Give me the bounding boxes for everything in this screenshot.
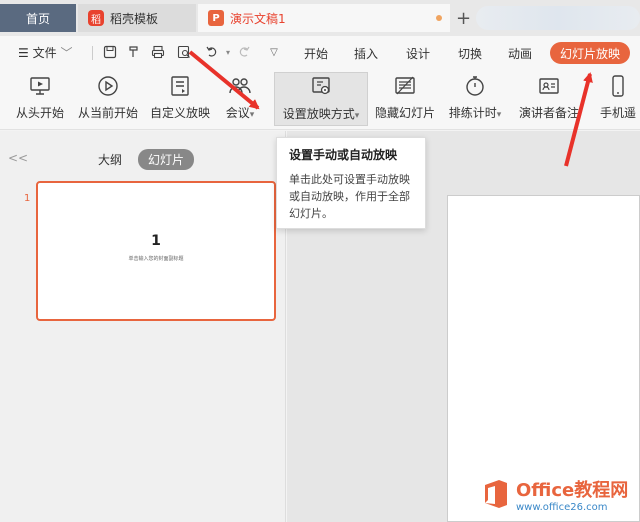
- undo-dropdown-icon[interactable]: ▾: [220, 44, 236, 60]
- dropdown-marker-icon: ▾: [249, 110, 255, 120]
- print-preview-icon[interactable]: [176, 44, 192, 60]
- monitor-play-icon: [30, 77, 50, 95]
- rehearse-timing-button[interactable]: 排练计时▾: [442, 72, 508, 126]
- from-current-button[interactable]: 从当前开始: [74, 72, 142, 126]
- tab-slides[interactable]: 幻灯片: [138, 149, 195, 170]
- customize-toolbar-icon[interactable]: ▽: [266, 44, 282, 60]
- custom-show-icon: [171, 76, 189, 96]
- dropdown-marker-icon: ▾: [496, 110, 502, 120]
- file-menu-label: 文件: [32, 46, 57, 60]
- hamburger-icon: ☰: [18, 46, 29, 60]
- from-current-label: 从当前开始: [77, 106, 138, 120]
- tab-document-label: 演示文稿1: [230, 11, 286, 26]
- stopwatch-icon: [466, 76, 484, 96]
- tab-insert[interactable]: 插入: [354, 45, 378, 62]
- docer-logo-icon: 稻: [88, 10, 104, 26]
- chevron-down-icon: ﹀: [60, 46, 73, 60]
- undo-icon[interactable]: [204, 44, 220, 60]
- redo-icon[interactable]: [236, 44, 252, 60]
- print-icon[interactable]: [150, 44, 166, 60]
- presentation-logo-icon: P: [208, 10, 224, 26]
- phone-remote-icon: [612, 75, 624, 97]
- slide-thumb-subtitle: 单击输入您的封面副标题: [128, 256, 184, 262]
- office-logo-icon: [485, 480, 507, 508]
- custom-show-button[interactable]: 自定义放映: [148, 72, 212, 126]
- collapse-panel-button[interactable]: <<: [8, 151, 28, 165]
- speaker-notes-button[interactable]: 演讲者备注: [514, 72, 584, 126]
- tab-template-label: 稻壳模板: [110, 11, 159, 26]
- hide-slide-button[interactable]: 隐藏幻灯片: [372, 72, 438, 126]
- slide-thumb-title: 1: [151, 233, 161, 249]
- tab-home-label: 首页: [25, 11, 50, 26]
- phone-remote-button[interactable]: 手机遥: [596, 72, 640, 126]
- watermark-title: Office教程网: [516, 479, 629, 501]
- unsaved-dot-icon: [436, 15, 442, 21]
- tooltip-title: 设置手动或自动放映: [289, 148, 398, 162]
- from-beginning-button[interactable]: 从头开始: [12, 72, 68, 126]
- slide-thumbnail[interactable]: 1 单击输入您的封面副标题: [36, 181, 276, 321]
- save-icon[interactable]: [102, 44, 118, 60]
- custom-show-label: 自定义放映: [149, 106, 210, 120]
- speaker-notes-label: 演讲者备注: [518, 106, 579, 120]
- tab-outline[interactable]: 大纲: [98, 151, 122, 168]
- tab-template[interactable]: 稻 稻壳模板: [78, 4, 196, 32]
- tab-design[interactable]: 设计: [406, 45, 430, 62]
- tooltip-body: 单击此处可设置手动放映或自动放映，作用于全部幻灯片。: [289, 173, 410, 220]
- play-circle-icon: [98, 76, 118, 96]
- hide-slide-label: 隐藏幻灯片: [374, 106, 435, 120]
- ribbon: 从头开始 从当前开始 自定义放映 会议▾ 设置放映方式▾ 隐藏幻灯片 排练计时▾…: [0, 68, 640, 130]
- menu-row: ☰ 文件 ﹀ ▾ ▽ 开始 插入 设计 切换 动画 幻灯片放映: [0, 36, 640, 68]
- dropdown-marker-icon: ▾: [354, 111, 360, 121]
- setup-show-label: 设置放映方式▾: [282, 107, 360, 121]
- divider: [92, 46, 93, 60]
- setup-show-icon: [312, 77, 330, 95]
- meeting-icon: [229, 78, 251, 94]
- slide-panel: << 大纲 幻灯片 1 1 单击输入您的封面副标题: [0, 131, 286, 522]
- phone-remote-label: 手机遥: [599, 106, 636, 120]
- slide-number: 1: [24, 193, 31, 204]
- tab-home[interactable]: 首页: [0, 4, 76, 32]
- tab-start[interactable]: 开始: [304, 45, 328, 62]
- from-beginning-label: 从头开始: [15, 106, 64, 120]
- meeting-button[interactable]: 会议▾: [218, 72, 262, 126]
- setup-show-tooltip: 设置手动或自动放映 单击此处可设置手动放映或自动放映，作用于全部幻灯片。: [276, 137, 426, 229]
- tab-bar: 首页 稻 稻壳模板 P 演示文稿1 +: [0, 0, 640, 36]
- speaker-notes-icon: [539, 78, 559, 94]
- blurred-area: [476, 6, 640, 30]
- tab-animation[interactable]: 动画: [508, 45, 532, 62]
- meeting-label: 会议▾: [225, 106, 255, 120]
- tab-slideshow[interactable]: 幻灯片放映: [550, 42, 631, 64]
- tab-transition[interactable]: 切换: [458, 45, 482, 62]
- file-menu-button[interactable]: ☰ 文件 ﹀: [18, 44, 72, 61]
- watermark-url: www.office26.com: [516, 501, 608, 513]
- rehearse-timing-label: 排练计时▾: [448, 106, 502, 120]
- watermark: Office教程网 www.office26.com: [482, 470, 640, 518]
- tab-document[interactable]: P 演示文稿1: [198, 4, 450, 32]
- hide-slide-icon: [395, 76, 415, 95]
- setup-show-button[interactable]: 设置放映方式▾: [274, 72, 368, 126]
- add-tab-button[interactable]: +: [456, 8, 471, 29]
- format-painter-icon[interactable]: [126, 44, 142, 60]
